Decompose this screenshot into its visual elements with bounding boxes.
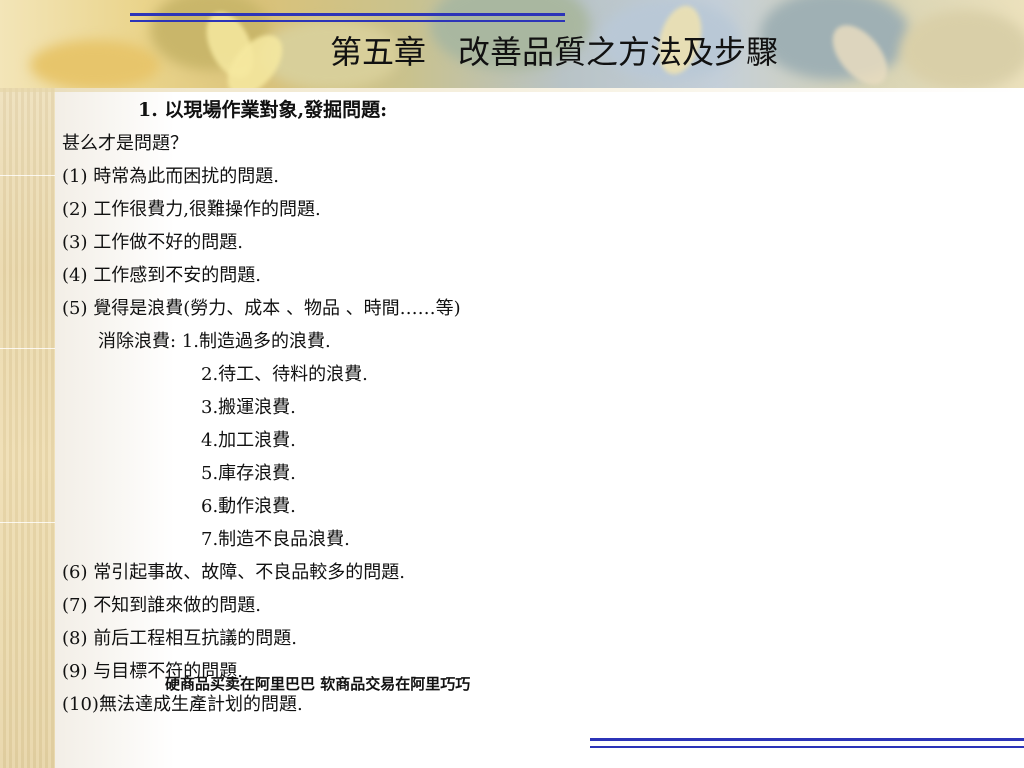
footer-blue-line-top — [590, 738, 1024, 741]
section-heading: 1. 以現場作業對象,發掘問題: — [138, 99, 388, 121]
list-item: (2) 工作很費力,很難操作的問題. — [62, 199, 321, 220]
waste-item: 6.動作浪費. — [201, 496, 296, 517]
waste-item: 7.制造不良品浪費. — [201, 529, 350, 550]
question-line: 甚么才是問題？ — [62, 133, 188, 154]
header-underlay — [0, 88, 1024, 92]
waste-item: 5.庫存浪費. — [201, 463, 296, 484]
left-parchment-strip — [0, 0, 55, 768]
list-item: (7) 不知到誰來做的問題. — [62, 595, 261, 616]
slide-title: 第五章 改善品質之方法及步驟 — [330, 33, 779, 71]
list-item: (1) 時常為此而困扰的問題. — [62, 166, 279, 187]
header-blue-line-bottom — [130, 20, 565, 22]
waste-item: 3.搬運浪費. — [201, 397, 296, 418]
list-item: (5) 覺得是浪費(勞力、成本 、物品 、時間……等) — [62, 298, 461, 319]
list-item: (6) 常引起事故、故障、不良品較多的問題. — [62, 562, 405, 583]
watermark-text: 硬商品买卖在阿里巴巴 软商品交易在阿里巧巧 — [165, 675, 471, 693]
footer-blue-line-bottom — [590, 746, 1024, 748]
slide-content: 1. 以現場作業對象,發掘問題: 甚么才是問題？ (1) 時常為此而困扰的問題.… — [62, 94, 762, 721]
list-item: (4) 工作感到不安的問題. — [62, 265, 261, 286]
waste-item: 4.加工浪費. — [201, 430, 296, 451]
list-item: (8) 前后工程相互抗議的問題. — [62, 628, 297, 649]
list-item: (3) 工作做不好的問題. — [62, 232, 243, 253]
waste-intro: 消除浪費: 1.制造過多的浪費. — [98, 331, 331, 352]
header-blue-line-top — [130, 13, 565, 16]
waste-item: 2.待工、待料的浪費. — [201, 364, 368, 385]
